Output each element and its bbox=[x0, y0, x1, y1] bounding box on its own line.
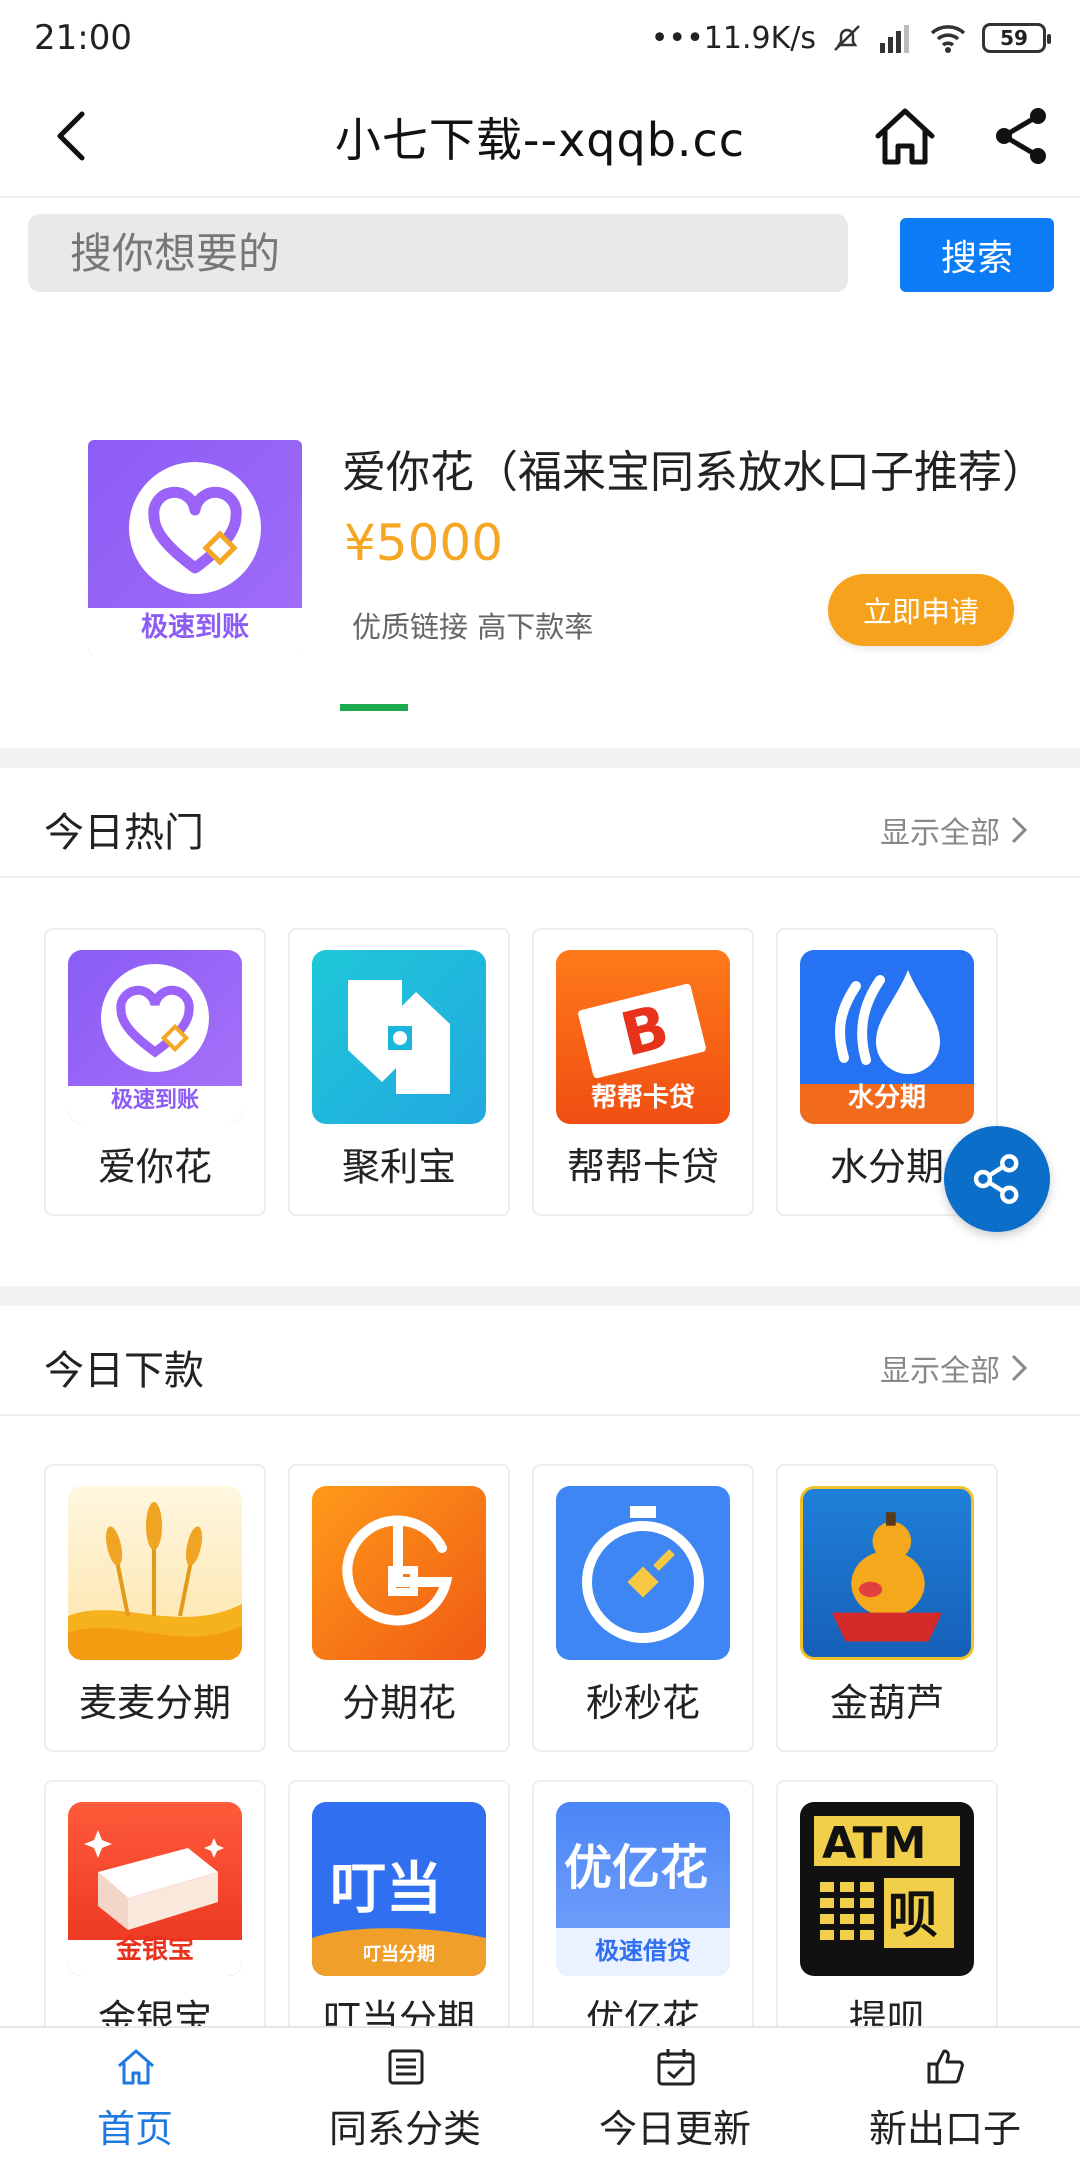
app-tile-bangbang-kadai[interactable]: B 帮帮卡贷 帮帮卡贷 bbox=[532, 928, 754, 1216]
page-title: 小七下载--xqqb.cc bbox=[334, 113, 746, 167]
ti-bei-app-icon: ATM 呗 bbox=[800, 1802, 974, 1976]
app-name: 麦麦分期 bbox=[78, 1681, 231, 1725]
promo-banner[interactable]: 极速到账 爱你花（福来宝同系放水口子推荐） ¥5000 优质链接 高下款率 立即… bbox=[0, 318, 1080, 748]
app-tile-juli-bao[interactable]: 聚利宝 bbox=[288, 928, 510, 1216]
tab-categories[interactable]: 同系分类 bbox=[270, 2028, 540, 2160]
search-button[interactable]: 搜索 bbox=[900, 218, 1054, 292]
app-name: 帮帮卡贷 bbox=[566, 1145, 719, 1189]
app-name: 爱你花 bbox=[97, 1145, 212, 1189]
jin-hulu-app-icon bbox=[800, 1486, 974, 1660]
tab-label: 新出口子 bbox=[868, 2107, 1021, 2151]
icon-caption: 帮帮卡贷 bbox=[590, 1083, 695, 1113]
bottom-tab-bar: 首页 同系分类 今日更新 新出口子 bbox=[0, 2026, 1080, 2160]
bangbang-kadai-app-icon: B 帮帮卡贷 bbox=[556, 950, 730, 1124]
aini-hua-logo: 极速到账 bbox=[88, 440, 302, 654]
app-tile-jin-hulu[interactable]: 金葫芦 bbox=[776, 1464, 998, 1752]
jinyin-bao-app-icon: 金银宝 bbox=[68, 1802, 242, 1976]
chevron-right-icon bbox=[1011, 1354, 1028, 1382]
logo-text: ATM bbox=[822, 1818, 926, 1869]
section-title: 今日下款 bbox=[44, 1348, 204, 1394]
tab-label: 今日更新 bbox=[598, 2107, 751, 2151]
search-input[interactable] bbox=[28, 214, 848, 292]
app-name: 分期花 bbox=[341, 1681, 456, 1725]
tab-label: 同系分类 bbox=[328, 2107, 481, 2151]
hot-section-header: 今日热门 显示全部 bbox=[0, 768, 1080, 878]
battery-icon: 59 bbox=[982, 23, 1051, 53]
app-tile-fenqi-hua[interactable]: 分期花 bbox=[288, 1464, 510, 1752]
miaomiao-hua-app-icon bbox=[556, 1486, 730, 1660]
app-tile-dingdang-fenqi[interactable]: 叮当 叮当分期 叮当分期 bbox=[288, 1780, 510, 2068]
back-arrow-icon[interactable] bbox=[44, 106, 104, 166]
app-tile-ti-bei[interactable]: ATM 呗 提呗 bbox=[776, 1780, 998, 2068]
maimai-fenqi-app-icon bbox=[68, 1486, 242, 1660]
show-all-label: 显示全部 bbox=[880, 816, 1000, 851]
tab-home[interactable]: 首页 bbox=[0, 2028, 270, 2160]
network-speed: •••11.9K/s bbox=[650, 20, 816, 56]
loan-section-header: 今日下款 显示全部 bbox=[0, 1306, 1080, 1416]
app-tile-youyi-hua[interactable]: 优亿花 极速借贷 优亿花 bbox=[532, 1780, 754, 2068]
app-tile-miaomiao-hua[interactable]: 秒秒花 bbox=[532, 1464, 754, 1752]
home-icon bbox=[118, 2049, 154, 2085]
logo-text: 叮当 bbox=[330, 1857, 442, 1922]
search-bar: 搜索 bbox=[0, 198, 1080, 318]
status-bar: 21:00 •••11.9K/s 59 bbox=[0, 0, 1080, 76]
app-tile-jinyin-bao[interactable]: 金银宝 金银宝 bbox=[44, 1780, 266, 2068]
chevron-right-icon bbox=[1011, 816, 1028, 844]
section-divider bbox=[0, 748, 1080, 768]
share-icon[interactable] bbox=[990, 104, 1054, 168]
fenqi-hua-app-icon bbox=[312, 1486, 486, 1660]
app-tile-aini-hua[interactable]: 极速到账 爱你花 bbox=[44, 928, 266, 1216]
icon-caption: 金银宝 bbox=[115, 1935, 194, 1965]
show-all-link[interactable]: 显示全部 bbox=[880, 808, 1028, 852]
icon-caption: 水分期 bbox=[847, 1083, 926, 1113]
list-icon bbox=[388, 2049, 424, 2085]
icon-caption: 极速借贷 bbox=[595, 1937, 691, 1965]
section-title: 今日热门 bbox=[44, 810, 204, 856]
app-tile-maimai-fenqi[interactable]: 麦麦分期 bbox=[44, 1464, 266, 1752]
logo-caption: 极速到账 bbox=[141, 612, 249, 643]
tab-new-loans[interactable]: 新出口子 bbox=[810, 2028, 1080, 2160]
logo-text-2: 呗 bbox=[888, 1886, 938, 1944]
aini-hua-app-icon: 极速到账 bbox=[68, 950, 242, 1124]
share-icon bbox=[973, 1154, 1019, 1204]
battery-level: 59 bbox=[1000, 26, 1028, 50]
mute-bell-icon bbox=[834, 25, 860, 51]
thumbs-up-icon bbox=[927, 2049, 964, 2084]
app-name: 聚利宝 bbox=[341, 1145, 456, 1189]
shui-fenqi-app-icon: 水分期 bbox=[800, 950, 974, 1124]
signal-icon bbox=[880, 25, 909, 53]
juli-bao-app-icon bbox=[312, 950, 486, 1124]
icon-caption: 极速到账 bbox=[110, 1088, 199, 1113]
show-all-link[interactable]: 显示全部 bbox=[880, 1346, 1028, 1390]
logo-text: 优亿花 bbox=[564, 1840, 708, 1896]
tab-label: 首页 bbox=[96, 2107, 173, 2151]
tab-today-updates[interactable]: 今日更新 bbox=[540, 2028, 810, 2160]
app-name: 秒秒花 bbox=[585, 1681, 700, 1725]
section-divider bbox=[0, 1286, 1080, 1306]
wifi-icon bbox=[930, 25, 966, 53]
banner-amount: ¥5000 bbox=[344, 514, 504, 572]
home-icon[interactable] bbox=[870, 102, 940, 172]
status-indicators: •••11.9K/s 59 bbox=[650, 20, 1051, 56]
icon-caption: 叮当分期 bbox=[363, 1944, 435, 1965]
app-name: 金葫芦 bbox=[829, 1681, 944, 1725]
floating-share-button[interactable] bbox=[944, 1126, 1050, 1232]
banner-title: 爱你花（福来宝同系放水口子推荐） bbox=[342, 447, 1046, 498]
show-all-label: 显示全部 bbox=[880, 1354, 1000, 1389]
calendar-check-icon bbox=[657, 2049, 695, 2086]
navigation-bar: 小七下载--xqqb.cc bbox=[0, 76, 1080, 198]
status-time: 21:00 bbox=[34, 18, 132, 58]
dingdang-fenqi-app-icon: 叮当 叮当分期 bbox=[312, 1802, 486, 1976]
banner-description: 优质链接 高下款率 bbox=[352, 610, 594, 644]
carousel-indicator bbox=[340, 704, 408, 711]
youyi-hua-app-icon: 优亿花 极速借贷 bbox=[556, 1802, 730, 1976]
apply-now-button[interactable]: 立即申请 bbox=[828, 574, 1014, 646]
